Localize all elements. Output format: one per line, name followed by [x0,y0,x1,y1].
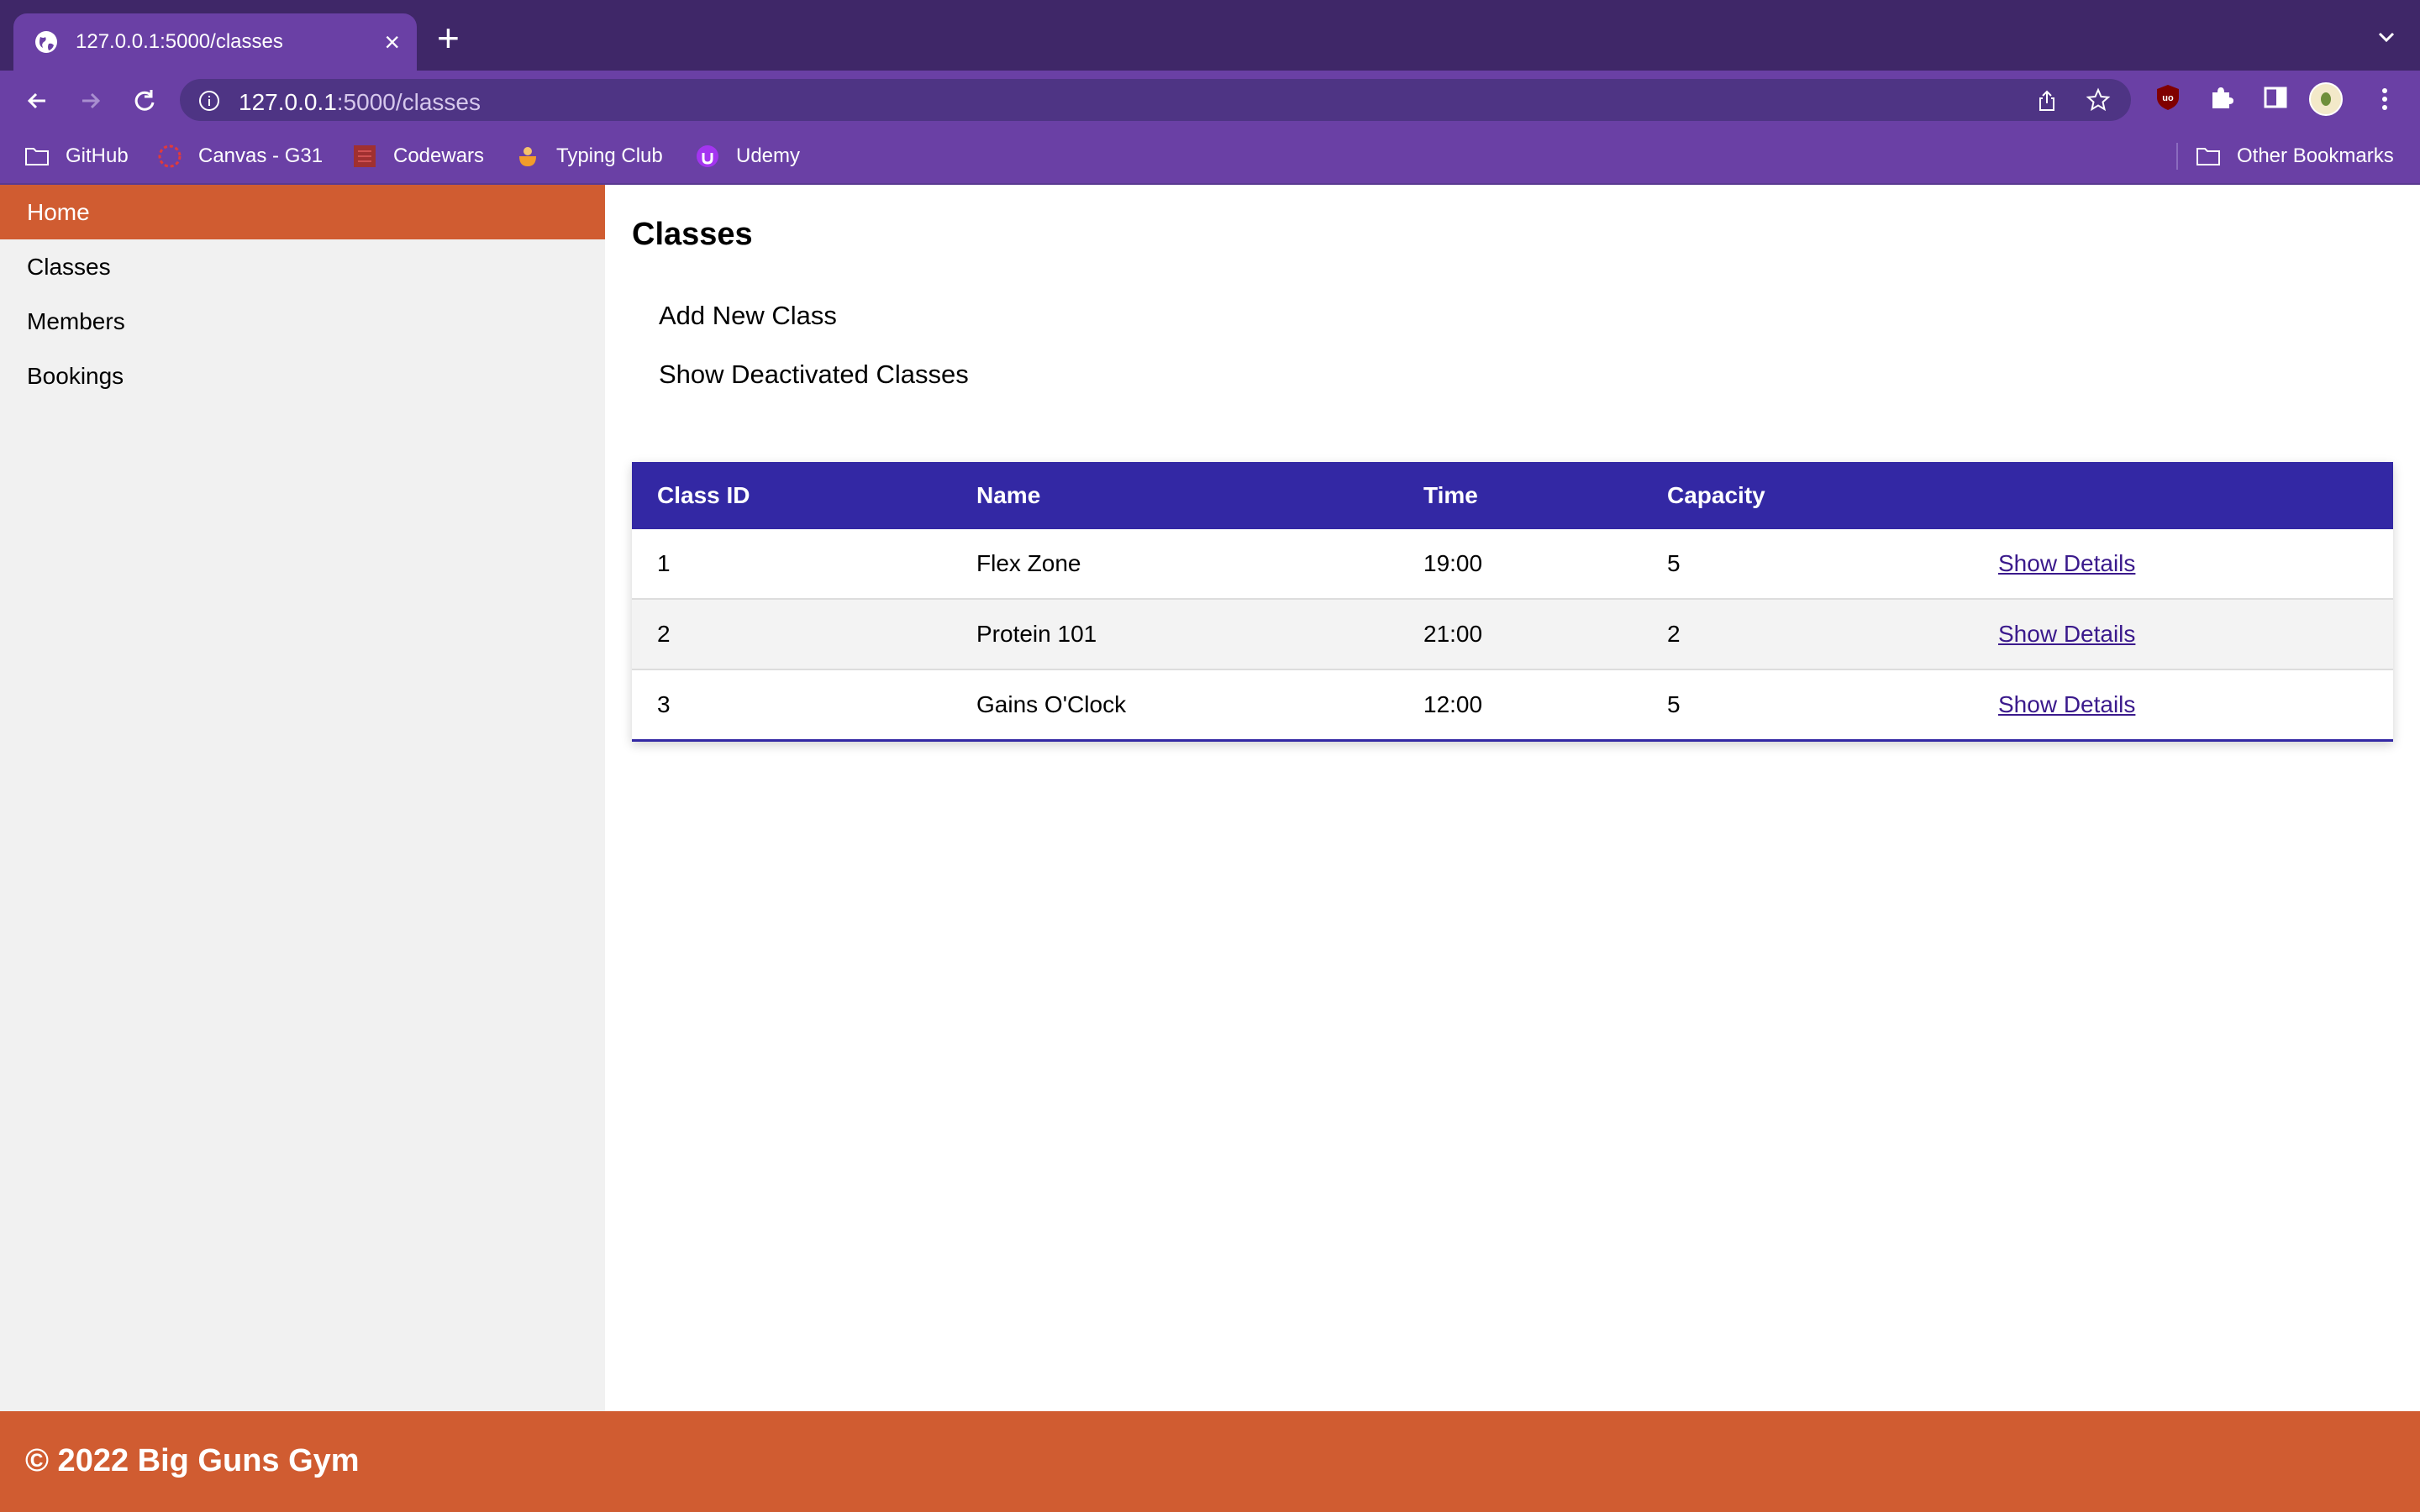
info-icon[interactable] [198,90,220,112]
bookmark-label: Udemy [736,144,801,167]
cell-time: 21:00 [1398,599,1642,670]
cell-actions: Show Details [1973,529,2393,600]
url-host: 127.0.0.1 [239,89,337,115]
bookmark-udemy[interactable]: Udemy [694,143,800,170]
page-footer: © 2022 Big Guns Gym [0,1411,2420,1512]
tab-close-icon[interactable]: × [384,27,400,57]
forward-icon[interactable] [74,84,108,118]
column-header-capacity: Capacity [1667,482,1765,508]
table-row: 3 Gains O'Clock 12:00 5 Show Details [632,669,2393,742]
cell-actions: Show Details [1973,669,2393,742]
cell-name: Flex Zone [951,529,1398,600]
cell-class-id: 3 [632,669,951,742]
globe-icon [35,31,57,53]
sidebar-item-members[interactable]: Members [0,294,605,349]
bookmarks-bar: GitHub Canvas - G31 Codewars Typing Club… [0,128,2420,185]
table-row: 1 Flex Zone 19:00 5 Show Details [632,529,2393,600]
new-tab-icon[interactable]: + [437,18,460,57]
typing-club-icon [519,147,536,166]
tab-title: 127.0.0.1:5000/classes [76,30,283,53]
show-details-link[interactable]: Show Details [1998,621,2135,647]
bookmark-label: Codewars [393,144,485,167]
cell-name: Gains O'Clock [951,669,1398,742]
cell-time: 12:00 [1398,669,1642,742]
udemy-icon [697,145,718,167]
codewars-icon [354,145,376,167]
browser-tab[interactable]: 127.0.0.1:5000/classes × [13,13,417,71]
bookmark-other[interactable]: Other Bookmarks [2195,143,2394,170]
cell-time: 19:00 [1398,529,1642,600]
footer-copyright: © 2022 Big Guns Gym [25,1443,360,1478]
main-content: Classes Add New Class Show Deactivated C… [605,185,2420,1411]
bookmark-canvas[interactable]: Canvas - G31 [156,143,323,170]
show-details-link[interactable]: Show Details [1998,691,2135,717]
more-menu-icon[interactable] [2370,84,2400,114]
column-header-name: Name [976,482,1041,508]
url-text: 127.0.0.1:5000/classes [239,89,481,116]
cell-capacity: 5 [1642,669,1973,742]
reload-icon[interactable] [128,84,161,118]
show-deactivated-classes-link[interactable]: Show Deactivated Classes [659,360,969,390]
share-icon[interactable] [2035,89,2059,113]
svg-text:uo: uo [2162,93,2174,103]
cell-class-id: 2 [632,599,951,670]
cell-class-id: 1 [632,529,951,600]
browser-tab-bar: 127.0.0.1:5000/classes × + [0,0,2420,71]
address-bar[interactable]: 127.0.0.1:5000/classes [180,79,2131,121]
add-new-class-link[interactable]: Add New Class [659,301,837,331]
back-icon[interactable] [20,84,54,118]
side-panel-icon[interactable] [2260,82,2291,113]
url-path: :5000/classes [336,89,481,115]
page-title: Classes [632,217,753,252]
profile-avatar[interactable] [2309,82,2343,116]
column-header-class-id: Class ID [657,482,750,508]
sidebar-item-classes[interactable]: Classes [0,239,605,294]
bookmark-label: GitHub [66,144,129,167]
sidebar-item-home[interactable]: Home [0,185,605,239]
bookmark-typing-club[interactable]: Typing Club [514,143,663,170]
bookmark-codewars[interactable]: Codewars [351,143,484,170]
folder-icon [2196,148,2220,165]
bookmark-label: Other Bookmarks [2237,144,2394,167]
bookmark-label: Canvas - G31 [198,144,324,167]
bookmark-label: Typing Club [556,144,663,167]
column-header-actions [1973,462,2393,529]
table-row: 2 Protein 101 21:00 2 Show Details [632,599,2393,670]
table-header-row: Class ID Name Time Capacity [632,462,2393,529]
browser-toolbar: 127.0.0.1:5000/classes [0,71,2420,128]
bookmark-github[interactable]: GitHub [24,143,129,170]
star-icon[interactable] [2086,87,2111,113]
cell-capacity: 2 [1642,599,1973,670]
sidebar-nav: Home Classes Members Bookings [0,185,605,1411]
cell-name: Protein 101 [951,599,1398,670]
folder-icon [25,148,49,165]
bookmarks-separator [2176,143,2178,170]
sidebar-item-bookings[interactable]: Bookings [0,349,605,403]
ublock-icon[interactable]: uo [2153,82,2183,113]
extensions-puzzle-icon[interactable] [2207,82,2237,113]
cell-actions: Show Details [1973,599,2393,670]
canvas-icon [158,144,182,168]
column-header-time: Time [1423,482,1478,508]
chevron-down-icon[interactable] [2375,25,2398,49]
classes-table: Class ID Name Time Capacity 1 Flex Zone … [632,462,2393,742]
show-details-link[interactable]: Show Details [1998,550,2135,576]
cell-capacity: 5 [1642,529,1973,600]
